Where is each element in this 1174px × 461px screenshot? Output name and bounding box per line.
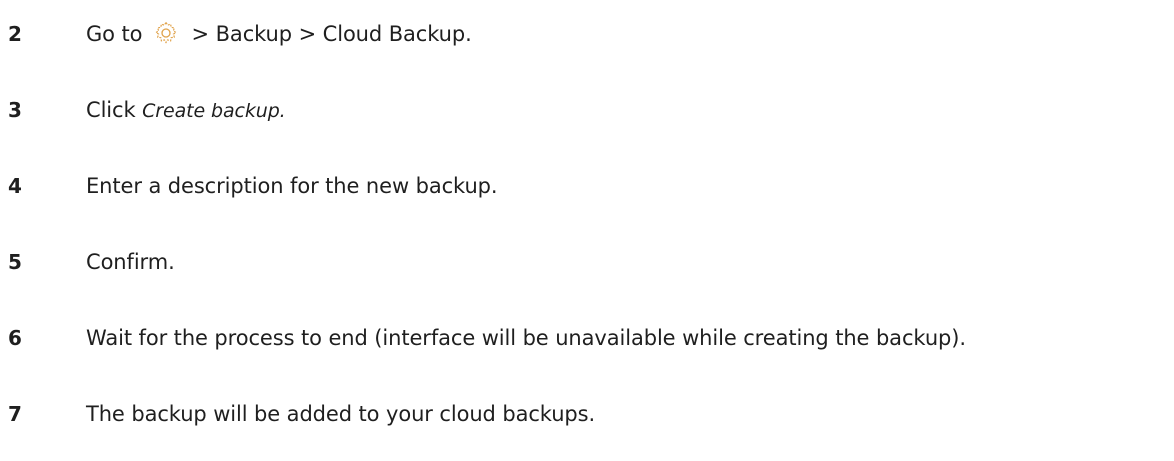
step-item: 4 Enter a description for the new backup…: [0, 166, 1174, 206]
step-text-suffix: > Backup > Cloud Backup.: [191, 22, 472, 46]
step-number: 5: [8, 250, 22, 274]
step-item: 7 The backup will be added to your cloud…: [0, 394, 1174, 434]
step-number: 3: [8, 98, 22, 122]
step-text: Go to > Backup > Cloud Backup.: [86, 14, 472, 54]
step-text: Confirm.: [86, 250, 175, 274]
step-text: Click Create backup.: [86, 90, 286, 131]
step-number: 6: [8, 326, 22, 350]
step-text-prefix: Go to: [86, 22, 143, 46]
step-item: 3 Click Create backup.: [0, 90, 1174, 130]
gear-icon: [153, 20, 179, 46]
step-text: Enter a description for the new backup.: [86, 174, 498, 198]
step-item: 6 Wait for the process to end (interface…: [0, 318, 1174, 358]
step-text: The backup will be added to your cloud b…: [86, 402, 596, 426]
step-number: 2: [8, 22, 22, 46]
step-text-emphasis: Create backup.: [142, 99, 286, 122]
step-number: 4: [8, 174, 22, 198]
step-text-plain: Click: [86, 97, 136, 122]
step-text: Wait for the process to end (interface w…: [86, 326, 966, 350]
step-item: 5 Confirm.: [0, 242, 1174, 282]
step-number: 7: [8, 402, 22, 426]
step-item: 2 Go to > Backup > Cloud Backup.: [0, 14, 1174, 54]
step-list: 2 Go to > Backup > Cloud Backup. 3 Click…: [0, 0, 1174, 461]
